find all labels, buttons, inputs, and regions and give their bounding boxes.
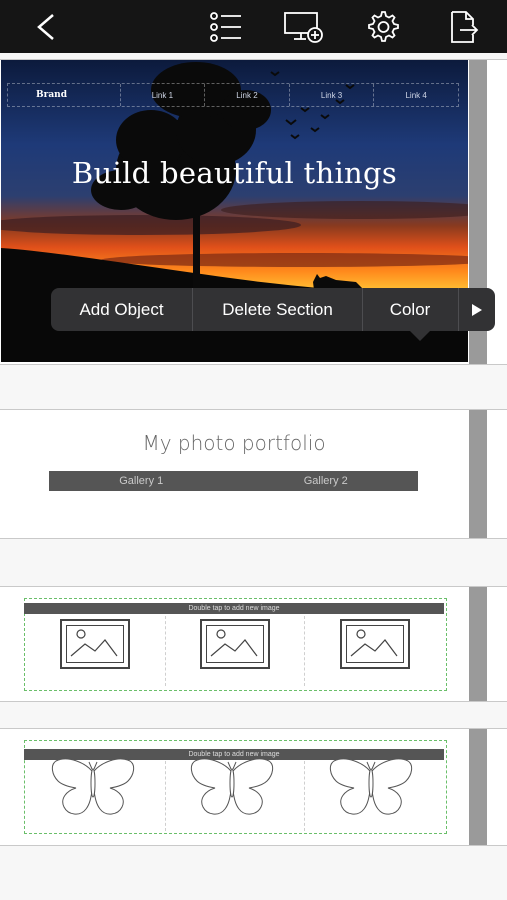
sections-list-button[interactable] (203, 0, 249, 53)
color-button[interactable]: Color (363, 288, 457, 331)
column-divider (165, 616, 166, 686)
nav-link-1[interactable]: Link 1 (121, 84, 206, 106)
image-placeholder-icon (206, 625, 264, 663)
play-right-icon (472, 303, 482, 316)
image-grid-hint: Double tap to add new image (24, 603, 444, 614)
portfolio-title[interactable]: My photo portfolio (0, 431, 468, 455)
menu-more-button[interactable] (458, 288, 495, 331)
image-placeholder-icon (66, 625, 124, 663)
settings-gear-icon (368, 10, 399, 42)
export-icon (451, 10, 479, 43)
image-placeholder-3[interactable] (340, 619, 410, 669)
settings-button[interactable] (359, 0, 405, 53)
export-button[interactable] (440, 0, 486, 53)
butterfly-icon[interactable] (189, 757, 275, 821)
nav-link-4[interactable]: Link 4 (374, 84, 458, 106)
gallery-tabs: Gallery 1 Gallery 2 (49, 471, 418, 491)
add-object-button[interactable]: Add Object (51, 288, 192, 331)
nav-link-3[interactable]: Link 3 (290, 84, 375, 106)
image-placeholder-1[interactable] (60, 619, 130, 669)
image-placeholder-icon (346, 625, 404, 663)
butterfly-icon[interactable] (328, 757, 414, 821)
gallery-tab-1[interactable]: Gallery 1 (49, 471, 234, 491)
context-menu: Add Object Delete Section Color (51, 288, 458, 331)
section-scroll-handle[interactable] (469, 729, 487, 845)
preview-add-button[interactable] (280, 0, 326, 53)
back-icon (37, 13, 54, 40)
nav-link-2[interactable]: Link 2 (205, 84, 290, 106)
monitor-add-icon (284, 11, 323, 43)
top-toolbar (0, 0, 507, 53)
nav-brand[interactable]: Brand (8, 84, 121, 106)
image-placeholder-2[interactable] (200, 619, 270, 669)
gallery-tab-2[interactable]: Gallery 2 (234, 471, 419, 491)
hero-navbar[interactable]: Brand Link 1 Link 2 Link 3 Link 4 (7, 83, 459, 107)
column-divider (165, 761, 166, 831)
section-scroll-handle[interactable] (469, 410, 487, 538)
hero-title[interactable]: Build beautiful things (1, 156, 468, 190)
column-divider (304, 616, 305, 686)
back-button[interactable] (20, 0, 70, 53)
column-divider (304, 761, 305, 831)
list-icon (210, 11, 241, 42)
delete-section-button[interactable]: Delete Section (193, 288, 362, 331)
butterfly-icon[interactable] (50, 757, 136, 821)
section-scroll-handle[interactable] (469, 587, 487, 701)
menu-pointer (410, 331, 430, 341)
